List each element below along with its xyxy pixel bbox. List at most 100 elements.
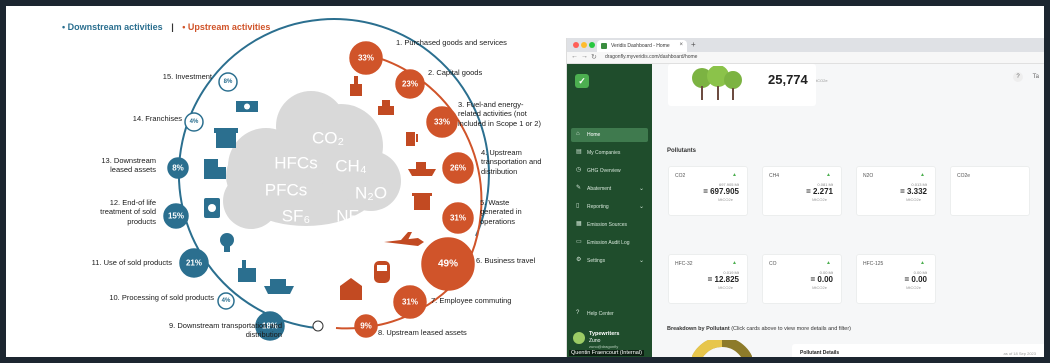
dashboard-window: Veridis Dashboard - Home × + ← → ↻ drago…	[566, 38, 1044, 357]
pollutant-unit: MtCO2e	[906, 285, 921, 290]
label-cat-6: 6. Business travel	[476, 256, 536, 265]
pollutant-unit: MtCO2e	[906, 197, 921, 202]
browser-titlebar: Veridis Dashboard - Home × +	[567, 38, 1044, 52]
sidebar-item-reporting[interactable]: ▯ Reporting ⌄	[571, 200, 648, 214]
gas-co2: CO₂	[312, 129, 344, 148]
pollutant-unit: MtCO2e	[812, 197, 827, 202]
fuel-pump-icon	[406, 132, 418, 146]
trees-illustration	[692, 66, 742, 100]
pollutant-card-co2e[interactable]: CO2e	[950, 166, 1030, 216]
browser-tab[interactable]: Veridis Dashboard - Home ×	[597, 40, 687, 52]
train-icon	[374, 261, 390, 283]
storefront-icon	[214, 128, 238, 148]
pollutant-card-co[interactable]: CO 0.00 Mt = 0.00 MtCO2e ▲	[762, 254, 842, 304]
label-cat-13: 13. Downstream leased assets	[101, 156, 156, 175]
label-cat-1: 1. Purchased goods and services	[396, 38, 507, 47]
new-tab-button[interactable]: +	[691, 40, 696, 49]
category-pct-8: 9%	[360, 322, 372, 331]
cargo-ship-icon	[264, 279, 294, 294]
pollutant-card-co2[interactable]: CO2 697.905 Mt = 697.905 MtCO2e ▲	[668, 166, 748, 216]
back-icon[interactable]: ←	[571, 53, 578, 60]
pollutant-unit: MtCO2e	[812, 285, 827, 290]
log-icon: ▭	[576, 239, 582, 245]
category-pct-3: 33%	[434, 118, 450, 127]
airplane-icon	[384, 232, 424, 246]
sidebar-item-settings[interactable]: ⚙ Settings ⌄	[571, 254, 648, 268]
sidebar-item-abatement[interactable]: ✎ Abatement ⌄	[571, 182, 648, 196]
maximize-window-icon[interactable]	[589, 42, 595, 48]
screenshot-frame: • Downstream activities | • Upstream act…	[6, 6, 1044, 357]
reload-icon[interactable]: ↻	[591, 53, 597, 61]
processing-plant-icon	[238, 260, 256, 282]
pollutant-name: N2O	[863, 173, 874, 179]
trend-up-icon: ▲	[826, 260, 831, 266]
category-pct-11: 21%	[186, 259, 202, 268]
pollutant-card-hfc-32[interactable]: HFC-32 0.019 Mt = 12.825 MtCO2e ▲	[668, 254, 748, 304]
close-window-icon[interactable]	[573, 42, 579, 48]
lightbulb-icon	[220, 233, 234, 252]
label-cat-10: 10. Processing of sold products	[109, 293, 214, 302]
pollutant-unit: MtCO2e	[718, 197, 733, 202]
gas-sf6: SF₆	[282, 207, 311, 226]
sidebar-item-emission-sources[interactable]: ▦ Emission Sources	[571, 218, 648, 232]
pollutant-card-n2o[interactable]: N2O 0.013 Mt = 3.332 MtCO2e ▲	[856, 166, 936, 216]
trend-up-icon: ▲	[826, 172, 831, 178]
sidebar-item-emission-audit-log[interactable]: ▭ Emission Audit Log	[571, 236, 648, 250]
sidebar-item-label: My Companies	[587, 150, 621, 156]
help-center-link[interactable]: ? Help Center	[571, 308, 648, 320]
user-menu[interactable]: Ta	[1033, 74, 1039, 80]
minimize-window-icon[interactable]	[581, 42, 587, 48]
breakdown-hint: (Click cards above to view more details …	[731, 326, 852, 332]
gas-pfcs: PFCs	[265, 181, 308, 200]
sidebar: ✓ ⌂ Home ▤ My Companies ◷ GHG Overview ✎ Abatem…	[567, 64, 652, 357]
label-cat-14: 14. Franchises	[132, 114, 182, 123]
scope3-infographic: • Downstream activities | • Upstream act…	[6, 6, 546, 357]
sidebar-item-label: Settings	[587, 258, 606, 264]
help-icon: ?	[576, 310, 580, 316]
gas-n2o: N₂O	[355, 184, 387, 203]
category-pct-7: 31%	[402, 298, 418, 307]
veridis-logo-icon[interactable]: ✓	[575, 74, 589, 88]
ship-icon	[408, 162, 436, 176]
breakdown-donut-chart[interactable]	[692, 340, 752, 357]
label-cat-7: 7. Employee commuting	[431, 296, 512, 305]
label-cat-8: 8. Upstream leased assets	[378, 328, 467, 337]
category-pct-5: 31%	[450, 214, 466, 223]
clock-icon: ◷	[576, 167, 582, 173]
close-tab-icon[interactable]: ×	[679, 42, 683, 48]
category-pct-6: 49%	[438, 259, 458, 270]
gas-ch4: CH₄	[335, 157, 367, 176]
user-profile[interactable]: Typewriters Zuno zuno@dragonfly Quentin …	[567, 326, 652, 357]
ring-junction	[312, 320, 324, 332]
gas-nf3: NF₃	[336, 207, 366, 226]
header-actions: ? Ta	[1013, 72, 1039, 82]
total-emissions-card[interactable]: 25,774 tCO2e	[668, 64, 828, 106]
pollutant-value: = 12.825	[707, 275, 739, 284]
label-cat-3: 3. Fuel-and energy-related activities (n…	[458, 100, 541, 128]
money-icon	[236, 101, 258, 112]
total-emissions-value: 25,774	[768, 72, 808, 87]
help-button[interactable]: ?	[1013, 72, 1024, 82]
label-cat-2: 2. Capital goods	[428, 68, 483, 77]
chevron-down-icon: ⌄	[638, 258, 644, 264]
sidebar-item-my-companies[interactable]: ▤ My Companies	[571, 146, 648, 160]
address-bar: ← → ↻ dragonfly.myveridis.com/dashboard/…	[567, 52, 1044, 64]
sidebar-item-home[interactable]: ⌂ Home	[571, 128, 648, 142]
trend-up-icon: ▲	[732, 172, 737, 178]
url-field[interactable]: dragonfly.myveridis.com/dashboard/home	[605, 54, 697, 60]
label-cat-11: 11. Use of sold products	[91, 258, 172, 267]
pollutant-card-ch4[interactable]: CH4 0.081 Mt = 2.271 MtCO2e ▲	[762, 166, 842, 216]
total-emissions-unit: tCO2e	[816, 78, 828, 83]
forward-icon[interactable]: →	[581, 53, 588, 60]
sidebar-item-label: Emission Audit Log	[587, 240, 630, 246]
pollutant-name: CO2	[675, 173, 686, 179]
leased-building-icon	[340, 278, 362, 300]
gas-hfcs: HFCs	[274, 154, 317, 173]
category-pct-15: 8%	[224, 79, 233, 85]
video-caption: Quentin Fraencourt (Internal)	[569, 350, 644, 356]
excavator-icon	[378, 100, 394, 115]
sidebar-item-ghg-overview[interactable]: ◷ GHG Overview	[571, 164, 648, 178]
category-pct-4: 26%	[450, 164, 466, 173]
pollutant-card-hfc-125[interactable]: HFC-125 0.00 Mt = 0.00 MtCO2e ▲	[856, 254, 936, 304]
document-icon: ▯	[576, 203, 580, 209]
